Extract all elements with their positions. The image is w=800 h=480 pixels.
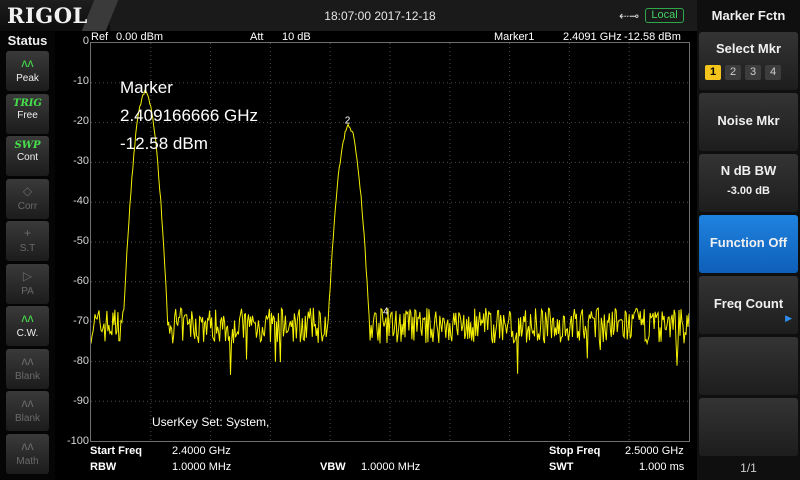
ndb-bw-label: N dB BW xyxy=(720,163,777,178)
y-tick-label: -50 xyxy=(73,235,89,247)
y-tick-label: -70 xyxy=(73,315,89,327)
marker-4-label: 4 xyxy=(383,307,389,318)
status-title: Status xyxy=(7,33,48,48)
top-bar: RIGOL 18:07:00 2017-12-18 ⇠⊸ Local xyxy=(0,0,697,31)
rbw-value: 1.0000 MHz xyxy=(172,461,232,473)
status-cw-button[interactable]: ʌʌ C.W. xyxy=(6,306,49,346)
pa-icon: ▷ xyxy=(22,268,33,283)
marker-readout-amp: -12.58 dBm xyxy=(120,134,208,153)
stop-freq-value: 2.5000 GHz xyxy=(625,445,684,457)
blank-icon: ʌʌ xyxy=(21,396,34,410)
status-label: Peak xyxy=(16,73,39,84)
userkey-set: UserKey Set: System, xyxy=(152,415,270,429)
y-tick-label: -80 xyxy=(73,355,89,367)
menu-title: Marker Fctn xyxy=(711,8,786,23)
logo-text: RIGOL xyxy=(7,3,88,28)
status-label: Blank xyxy=(14,370,40,382)
status-blank-button[interactable]: ʌʌ Blank xyxy=(6,391,49,431)
empty-softkey-1[interactable] xyxy=(699,337,798,395)
status-math-button[interactable]: ʌʌ Math xyxy=(6,433,49,474)
noise-mkr-button[interactable]: Noise Mkr xyxy=(699,93,798,151)
rigol-logo: RIGOL xyxy=(0,0,119,31)
marker-number-1[interactable]: 1 xyxy=(705,65,721,80)
start-freq-value: 2.4000 GHz xyxy=(172,445,231,457)
marker-number-4[interactable]: 4 xyxy=(765,65,781,80)
status-label: Free xyxy=(17,109,38,121)
function-off-button[interactable]: Function Off xyxy=(699,215,798,273)
marker-number-2[interactable]: 2 xyxy=(725,65,741,80)
local-badge[interactable]: Local xyxy=(645,8,684,23)
math-icon: ʌʌ xyxy=(21,438,34,453)
marker-readout-freq: 2.409166666 GHz xyxy=(120,106,258,125)
status-corr-button[interactable]: ◇ Corr xyxy=(6,178,49,219)
cw-icon: ʌʌ xyxy=(21,311,34,325)
y-tick-label: -60 xyxy=(73,275,89,287)
trig-icon: TRIG xyxy=(13,97,42,109)
page-indicator: 1/1 xyxy=(740,461,757,475)
start-freq-label: Start Freq xyxy=(90,445,142,457)
stop-freq-label: Stop Freq xyxy=(549,445,601,457)
freq-count-button[interactable]: Freq Count ▶ xyxy=(699,276,798,334)
st-icon: + xyxy=(23,226,31,240)
function-off-label: Function Off xyxy=(709,235,788,250)
y-tick-label: -20 xyxy=(73,115,89,127)
vbw-value: 1.0000 MHz xyxy=(361,461,421,473)
marker-readout: Marker 2.409166666 GHz -12.58 dBm xyxy=(120,74,258,158)
swt-value: 1.000 ms xyxy=(639,461,685,473)
status-peak-button[interactable]: ʌʌ Peak xyxy=(6,51,49,91)
status-label: PA xyxy=(21,285,34,297)
rbw-label: RBW xyxy=(90,461,117,473)
submenu-arrow-icon: ▶ xyxy=(785,313,792,323)
usb-icon: ⇠⊸ xyxy=(619,9,640,23)
y-tick-label: -30 xyxy=(73,155,89,167)
date-time: 18:07:00 2017-12-18 xyxy=(324,9,436,23)
status-label: Cont xyxy=(16,152,39,163)
peak-icon: ʌʌ xyxy=(21,56,34,70)
swp-icon: SWP xyxy=(14,140,41,151)
status-label: Blank xyxy=(14,413,40,424)
status-column: Status ʌʌ Peak TRIG Free SWP Cont ◇ Corr + S.T ▷ PA… xyxy=(0,31,55,480)
status-free-button[interactable]: TRIG Free xyxy=(6,93,49,134)
status-st-button[interactable]: + S.T xyxy=(6,221,49,261)
select-mkr-label: Select Mkr xyxy=(715,41,782,56)
y-tick-label: -100 xyxy=(66,435,89,447)
status-label: S.T xyxy=(19,243,36,254)
swt-label: SWT xyxy=(549,461,574,473)
status-cont-button[interactable]: SWP Cont xyxy=(6,136,49,176)
corr-icon: ◇ xyxy=(22,183,33,198)
empty-softkey-2[interactable] xyxy=(699,398,798,456)
marker-number-selector: 1234 xyxy=(699,62,798,80)
marker-number-3[interactable]: 3 xyxy=(745,65,761,80)
ndb-bw-button[interactable]: N dB BW -3.00 dB xyxy=(699,154,798,212)
marker-readout-title: Marker xyxy=(120,78,173,97)
softkey-menu: Marker Fctn Select Mkr 1234 Noise Mkr N … xyxy=(697,0,800,480)
status-label: Corr xyxy=(17,200,38,212)
freq-count-label: Freq Count xyxy=(713,296,784,311)
status-label: Math xyxy=(16,455,39,467)
select-mkr-button[interactable]: Select Mkr 1234 xyxy=(699,32,798,90)
y-tick-label: 0 xyxy=(82,35,89,47)
y-tick-label: -40 xyxy=(73,195,89,207)
blank-icon: ʌʌ xyxy=(21,353,34,368)
marker-2-label: 2 xyxy=(345,116,351,127)
status-blank-button[interactable]: ʌʌ Blank xyxy=(6,348,49,389)
status-pa-button[interactable]: ▷ PA xyxy=(6,263,49,304)
status-label: C.W. xyxy=(16,328,39,339)
ndb-bw-value: -3.00 dB xyxy=(727,185,770,197)
y-tick-label: -10 xyxy=(73,75,89,87)
vbw-label: VBW xyxy=(320,461,346,473)
y-tick-label: -90 xyxy=(73,395,89,407)
noise-mkr-label: Noise Mkr xyxy=(717,113,780,128)
